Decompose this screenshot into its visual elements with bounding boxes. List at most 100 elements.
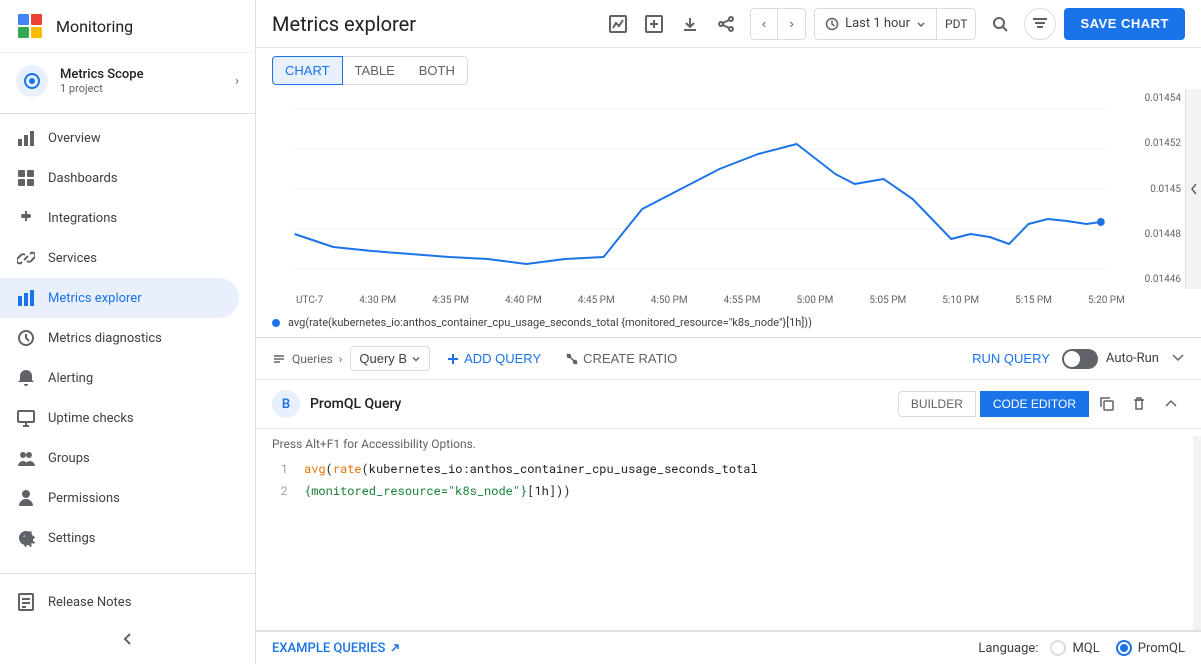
chart-type-icon[interactable] (602, 8, 634, 40)
run-query-button[interactable]: RUN QUERY (972, 351, 1050, 366)
metrics-scope-section[interactable]: Metrics Scope 1 project › (0, 53, 255, 109)
save-chart-button[interactable]: SAVE CHART (1064, 8, 1185, 40)
y-label-1: 0.01452 (1129, 138, 1181, 149)
x-label-3: 4:40 PM (505, 295, 542, 306)
code-text-1: avg(rate(kubernetes_io:anthos_container_… (304, 459, 758, 481)
builder-tab-btn[interactable]: BUILDER (898, 391, 976, 417)
query-editor: B PromQL Query BUILDER CODE EDITOR Press… (256, 380, 1201, 631)
sidebar-label-permissions: Permissions (48, 491, 120, 506)
time-prev-btn[interactable]: ‹ (750, 8, 778, 40)
gear-icon (16, 528, 36, 548)
auto-run-switch[interactable] (1062, 349, 1098, 369)
code-line-2: 2 {monitored_resource="k8s_node"}[1h])) (272, 481, 1185, 503)
y-label-3: 0.01448 (1129, 229, 1181, 240)
sidebar-item-metrics-explorer[interactable]: Metrics explorer (0, 278, 239, 318)
language-label: Language: (978, 641, 1038, 656)
sidebar-item-alerting[interactable]: Alerting (0, 358, 239, 398)
y-axis-labels: 0.01454 0.01452 0.0145 0.01448 0.01446 (1125, 89, 1185, 289)
sidebar-item-services[interactable]: Services (0, 238, 239, 278)
sidebar-item-groups[interactable]: Groups (0, 438, 239, 478)
sidebar-label-overview: Overview (48, 131, 101, 146)
collapse-right-btn[interactable] (1185, 89, 1201, 289)
chart-legend: avg(rate(kubernetes_io:anthos_container_… (256, 312, 1201, 337)
time-selector[interactable]: Last 1 hour PDT (814, 8, 976, 40)
search-icon-btn[interactable] (984, 8, 1016, 40)
time-label: Last 1 hour (845, 16, 910, 31)
download-icon[interactable] (674, 8, 706, 40)
example-queries-label: EXAMPLE QUERIES (272, 641, 385, 656)
x-label-11: 5:20 PM (1088, 295, 1125, 306)
collapse-editor-btn[interactable] (1157, 390, 1185, 418)
create-ratio-button[interactable]: CREATE RATIO (557, 347, 685, 370)
breadcrumb-sep: › (339, 352, 343, 366)
query-editor-header: B PromQL Query BUILDER CODE EDITOR (256, 380, 1201, 429)
radio-mql[interactable]: MQL (1050, 640, 1099, 656)
group-icon (16, 448, 36, 468)
sidebar-item-metrics-diagnostics[interactable]: Metrics diagnostics (0, 318, 239, 358)
tab-both[interactable]: BOTH (407, 56, 468, 85)
auto-run-label: Auto-Run (1106, 351, 1159, 366)
sidebar-collapse-btn[interactable] (0, 622, 255, 656)
metrics-scope-subtitle: 1 project (60, 82, 235, 95)
sidebar-item-overview[interactable]: Overview (0, 118, 239, 158)
query-bar: Queries › Query B ADD QUERY CREATE RATIO… (256, 338, 1201, 380)
chart-bar-icon (16, 128, 36, 148)
sidebar-item-integrations[interactable]: Integrations (0, 198, 239, 238)
nav-divider-1 (0, 113, 255, 114)
delete-query-btn[interactable] (1125, 390, 1153, 418)
bottom-bar: EXAMPLE QUERIES Language: MQL PromQL (256, 631, 1201, 664)
chart-section: CHART TABLE BOTH (256, 48, 1201, 338)
code-text-2: {monitored_resource="k8s_node"}[1h])) (304, 481, 570, 503)
line-num-1: 1 (272, 459, 288, 481)
time-next-btn[interactable]: › (778, 8, 806, 40)
x-label-2: 4:35 PM (432, 295, 469, 306)
x-label-1: 4:30 PM (359, 295, 396, 306)
add-query-button[interactable]: ADD QUERY (438, 347, 549, 370)
timezone-label[interactable]: PDT (936, 9, 975, 39)
time-nav-arrows: ‹ › (750, 8, 806, 40)
editor-actions: BUILDER CODE EDITOR (898, 390, 1185, 418)
sidebar-label-uptime-checks: Uptime checks (48, 411, 134, 426)
editor-scrollbar[interactable] (1193, 436, 1201, 630)
query-selector-label: Query B (359, 351, 407, 366)
sidebar-item-permissions[interactable]: Permissions (0, 478, 239, 518)
main-content: Metrics explorer ‹ › Last 1 hour (256, 0, 1201, 664)
tab-table[interactable]: TABLE (343, 56, 407, 85)
link-icon (16, 248, 36, 268)
chart-inner: 0.01454 0.01452 0.0145 0.01448 0.01446 (256, 89, 1201, 293)
sidebar-label-integrations: Integrations (48, 211, 117, 226)
query-breadcrumb: Queries › (272, 352, 342, 366)
line-num-2: 2 (272, 481, 288, 503)
sidebar-item-uptime-checks[interactable]: Uptime checks (0, 398, 239, 438)
sidebar-item-dashboards[interactable]: Dashboards (0, 158, 239, 198)
code-editor-tab-btn[interactable]: CODE EDITOR (980, 391, 1089, 417)
query-letter-badge: B (272, 390, 300, 418)
tab-chart[interactable]: CHART (272, 56, 343, 85)
puzzle-icon (16, 208, 36, 228)
legend-dot (272, 319, 280, 327)
sidebar: Monitoring Metrics Scope 1 project › Ove… (0, 0, 256, 664)
add-chart-icon[interactable] (638, 8, 670, 40)
radio-label-promql: PromQL (1138, 641, 1185, 656)
filter-icon-btn[interactable] (1024, 8, 1056, 40)
sidebar-item-release-notes[interactable]: Release Notes (0, 582, 239, 622)
metrics-scope-title: Metrics Scope (60, 67, 235, 82)
code-editor-area[interactable]: Press Alt+F1 for Accessibility Options. … (256, 429, 1201, 529)
person-icon (16, 488, 36, 508)
add-query-label: ADD QUERY (464, 351, 541, 366)
link-share-icon[interactable] (710, 8, 742, 40)
radio-promql[interactable]: PromQL (1116, 640, 1185, 656)
sidebar-item-settings[interactable]: Settings (0, 518, 239, 558)
sidebar-footer: Release Notes (0, 573, 255, 664)
copy-query-btn[interactable] (1093, 390, 1121, 418)
example-queries-link[interactable]: EXAMPLE QUERIES (272, 641, 401, 656)
time-selector-main[interactable]: Last 1 hour (815, 16, 936, 31)
metrics-scope-icon (16, 65, 48, 97)
code-editor-hint: Press Alt+F1 for Accessibility Options. (272, 437, 1185, 451)
y-label-4: 0.01446 (1129, 274, 1181, 285)
expand-query-btn[interactable] (1171, 350, 1185, 368)
sidebar-label-release-notes: Release Notes (48, 595, 131, 610)
x-label-4: 4:45 PM (578, 295, 615, 306)
bar-chart-icon (16, 288, 36, 308)
query-selector-dropdown[interactable]: Query B (350, 346, 430, 371)
